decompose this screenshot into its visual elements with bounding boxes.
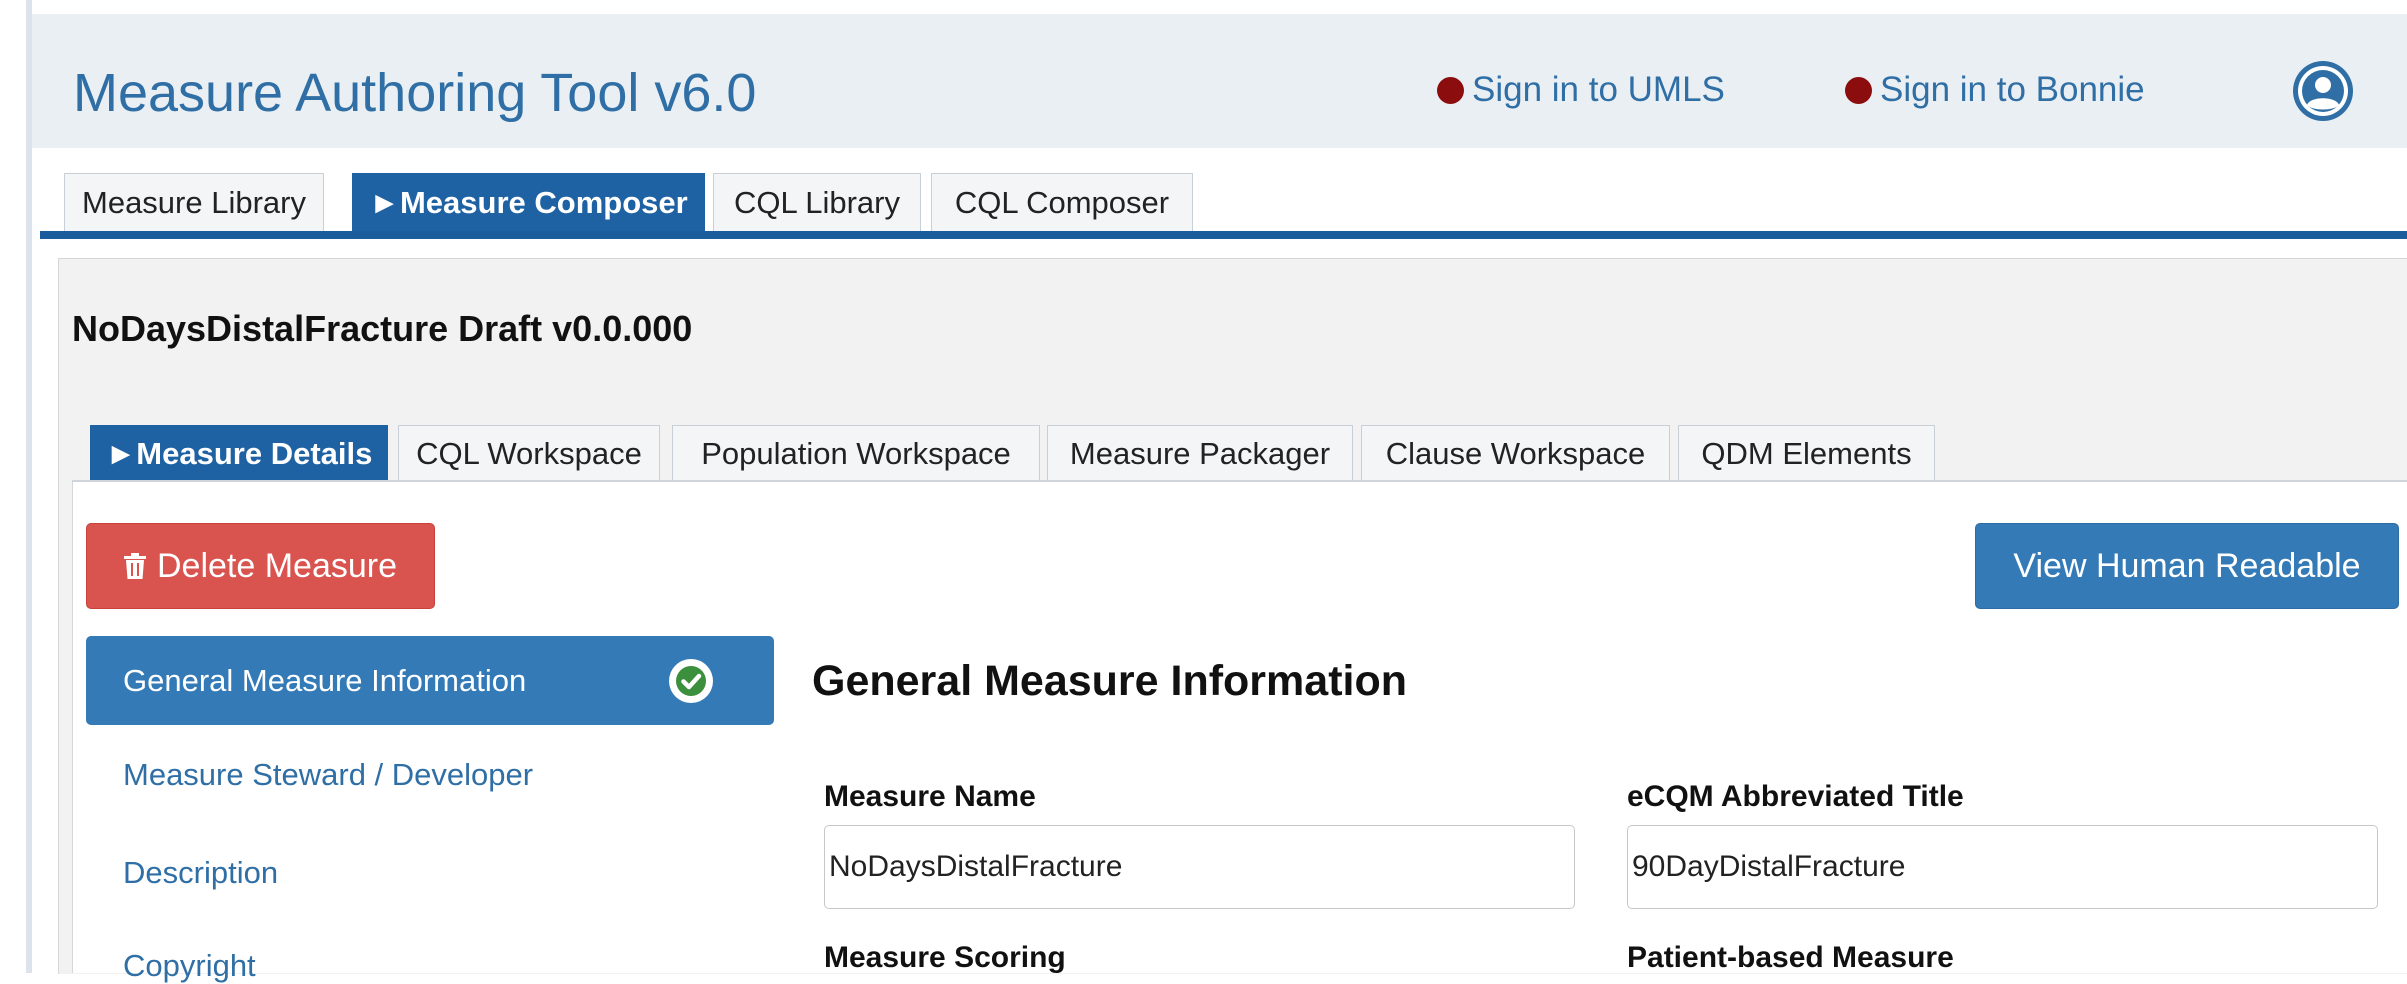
tab-population-workspace[interactable]: Population Workspace (672, 425, 1040, 481)
delete-measure-button[interactable]: Delete Measure (86, 523, 435, 609)
tab-cql-library[interactable]: CQL Library (713, 173, 921, 231)
app-title: Measure Authoring Tool v6.0 (73, 63, 757, 123)
tab-cql-workspace[interactable]: CQL Workspace (398, 425, 660, 481)
abbreviated-title-label: eCQM Abbreviated Title (1627, 780, 1964, 813)
left-gutter (0, 0, 28, 973)
tab-measure-details[interactable]: ►Measure Details (90, 425, 388, 481)
signin-umls-link[interactable]: Sign in to UMLS (1437, 70, 1725, 110)
tab-measure-packager[interactable]: Measure Packager (1047, 425, 1353, 481)
user-profile-icon[interactable] (2290, 58, 2356, 124)
measure-scoring-label: Measure Scoring (824, 941, 1066, 974)
section-title: General Measure Information (812, 657, 1407, 705)
sidebar-item-description[interactable]: Description (123, 855, 278, 891)
trash-icon (123, 552, 147, 580)
sidebar-item-measure-steward[interactable]: Measure Steward / Developer (123, 757, 533, 793)
main-tab-underline (40, 231, 2407, 239)
status-dot-icon (1437, 76, 1464, 104)
sidebar-item-label: General Measure Information (123, 662, 527, 698)
tab-clause-workspace[interactable]: Clause Workspace (1361, 425, 1670, 481)
measure-name-input[interactable] (824, 825, 1575, 909)
status-dot-icon (1845, 76, 1872, 104)
measure-name-label: Measure Name (824, 780, 1036, 813)
tab-measure-composer[interactable]: ►Measure Composer (352, 173, 705, 231)
view-human-readable-label: View Human Readable (2013, 546, 2361, 585)
tab-qdm-elements[interactable]: QDM Elements (1678, 425, 1935, 481)
delete-measure-label: Delete Measure (157, 546, 398, 585)
measure-title: NoDaysDistalFracture Draft v0.0.000 (72, 308, 693, 349)
signin-bonnie-link[interactable]: Sign in to Bonnie (1845, 70, 2145, 110)
signin-umls-label: Sign in to UMLS (1472, 70, 1725, 109)
sidebar-item-copyright[interactable]: Copyright (123, 948, 256, 984)
patient-based-measure-label: Patient-based Measure (1627, 941, 1954, 974)
signin-bonnie-label: Sign in to Bonnie (1880, 70, 2145, 109)
view-human-readable-button[interactable]: View Human Readable (1975, 523, 2399, 609)
check-circle-icon (668, 658, 714, 704)
tab-cql-composer[interactable]: CQL Composer (931, 173, 1193, 231)
top-strip (32, 0, 2407, 14)
abbreviated-title-input[interactable] (1627, 825, 2378, 909)
tab-measure-library[interactable]: Measure Library (64, 173, 324, 231)
